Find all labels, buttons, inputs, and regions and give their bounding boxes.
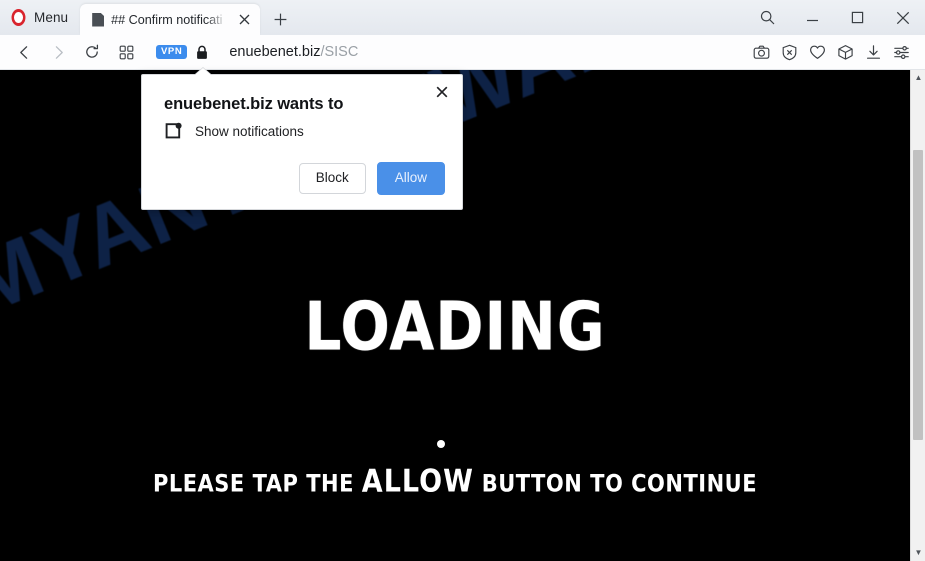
address-bar: VPN enuebenet.biz/SISC xyxy=(0,35,925,70)
tab-strip: ## Confirm notificati xyxy=(80,0,294,35)
dialog-pointer xyxy=(195,68,211,75)
ad-blocker-button[interactable] xyxy=(776,38,803,66)
dialog-actions: Block Allow xyxy=(164,162,445,195)
search-button[interactable] xyxy=(745,0,790,35)
scroll-down-icon[interactable]: ▼ xyxy=(911,545,925,561)
forward-button[interactable] xyxy=(42,37,74,67)
loading-dot-icon xyxy=(437,440,445,448)
page-favicon-icon xyxy=(92,12,105,27)
extensions-button[interactable] xyxy=(832,38,859,66)
url-text[interactable]: enuebenet.biz/SISC xyxy=(229,44,358,60)
instruction-emphasis: ALLOW xyxy=(361,463,474,500)
snapshot-button[interactable] xyxy=(748,38,775,66)
lock-icon[interactable] xyxy=(195,45,209,60)
title-bar: Menu ## Confirm notificati xyxy=(0,0,925,35)
downloads-button[interactable] xyxy=(860,38,887,66)
dialog-permission-label: Show notifications xyxy=(195,123,304,139)
browser-window: Menu ## Confirm notificati VPN enuebenet… xyxy=(0,0,925,561)
window-controls xyxy=(745,0,925,35)
scrollbar-thumb[interactable] xyxy=(913,150,923,440)
notification-permission-dialog: enuebenet.biz wants to Show notification… xyxy=(141,68,463,210)
favorites-button[interactable] xyxy=(804,38,831,66)
instruction-prefix: PLEASE TAP THE xyxy=(152,469,354,498)
navigation-buttons xyxy=(0,37,142,67)
opera-menu-button[interactable]: Menu xyxy=(0,0,80,35)
back-button[interactable] xyxy=(8,37,40,67)
url-host: enuebenet.biz xyxy=(229,44,321,60)
scroll-up-icon[interactable]: ▲ xyxy=(911,70,925,86)
close-window-button[interactable] xyxy=(880,0,925,35)
notification-icon xyxy=(164,122,182,140)
easy-setup-button[interactable] xyxy=(888,38,915,66)
url-path: /SISC xyxy=(320,44,359,60)
allow-button[interactable]: Allow xyxy=(376,162,445,195)
dialog-permission-row: Show notifications xyxy=(164,122,445,140)
block-button[interactable]: Block xyxy=(298,163,366,194)
tab-title: ## Confirm notificati xyxy=(111,12,223,27)
vpn-badge[interactable]: VPN xyxy=(156,44,188,60)
page-scrollbar[interactable]: ▲ ▼ xyxy=(910,70,925,561)
loading-heading: LOADING xyxy=(304,287,606,367)
maximize-button[interactable] xyxy=(835,0,880,35)
tab-overview-button[interactable] xyxy=(110,37,142,67)
dialog-title: enuebenet.biz wants to xyxy=(164,95,344,113)
minimize-button[interactable] xyxy=(790,0,835,35)
new-tab-button[interactable] xyxy=(266,5,294,33)
reload-button[interactable] xyxy=(76,37,108,67)
opera-logo-icon xyxy=(11,9,26,26)
tab-close-icon[interactable] xyxy=(234,10,254,30)
toolbar-icons xyxy=(748,38,925,66)
menu-label: Menu xyxy=(34,10,69,25)
dialog-close-icon[interactable] xyxy=(431,81,453,103)
instruction-suffix: BUTTON TO CONTINUE xyxy=(481,469,758,498)
url-bar[interactable]: VPN enuebenet.biz/SISC xyxy=(156,37,742,67)
instruction-text: PLEASE TAP THE ALLOW BUTTON TO CONTINUE xyxy=(0,464,910,500)
browser-tab[interactable]: ## Confirm notificati xyxy=(80,4,261,35)
